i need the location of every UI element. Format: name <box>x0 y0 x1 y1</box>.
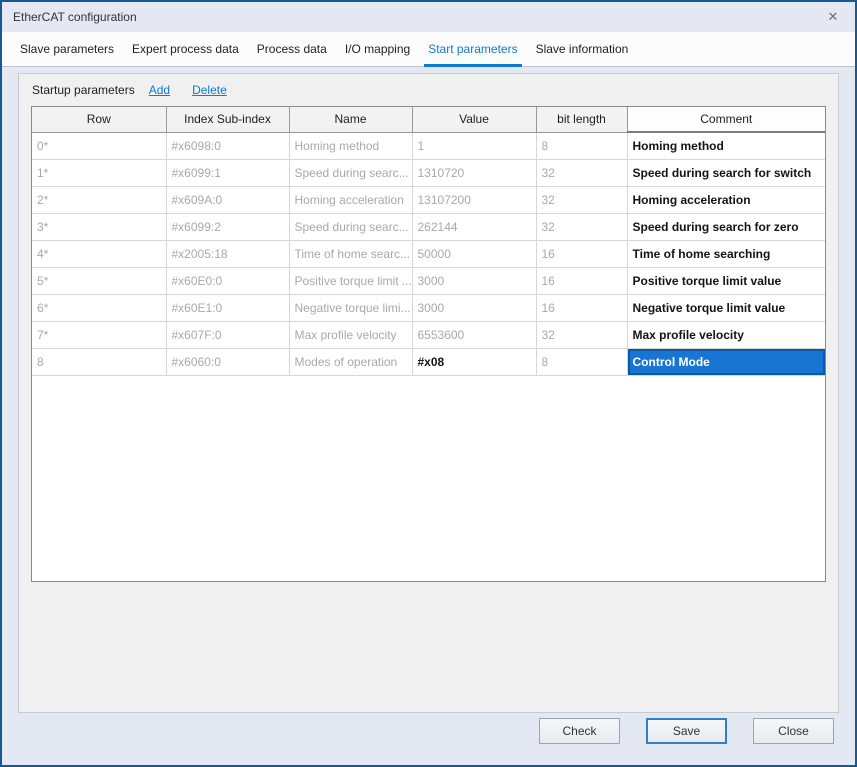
cell-row[interactable]: 1* <box>32 160 166 187</box>
cell-row[interactable]: 3* <box>32 214 166 241</box>
tab-process-data[interactable]: Process data <box>248 32 336 66</box>
cell-value[interactable]: 6553600 <box>412 322 536 349</box>
tab-io-mapping[interactable]: I/O mapping <box>336 32 419 66</box>
cell-index-subindex[interactable]: #x6060:0 <box>166 349 289 376</box>
cell-bit-length[interactable]: 16 <box>536 295 627 322</box>
cell-bit-length[interactable]: 32 <box>536 160 627 187</box>
startup-parameters-label: Startup parameters <box>32 83 135 97</box>
column-header-comment[interactable]: Comment <box>627 107 825 132</box>
tab-slave-parameters[interactable]: Slave parameters <box>11 32 123 66</box>
dialog-footer: Check Save Close <box>23 718 834 744</box>
cell-name[interactable]: Speed during searc... <box>289 160 412 187</box>
column-header-index-subindex[interactable]: Index Sub-index <box>166 107 289 132</box>
cell-value[interactable]: 13107200 <box>412 187 536 214</box>
close-icon[interactable]: ✕ <box>819 6 847 28</box>
cell-row[interactable]: 0* <box>32 132 166 160</box>
cell-index-subindex[interactable]: #x60E1:0 <box>166 295 289 322</box>
cell-bit-length[interactable]: 32 <box>536 214 627 241</box>
cell-row[interactable]: 6* <box>32 295 166 322</box>
cell-name[interactable]: Time of home searc... <box>289 241 412 268</box>
cell-name[interactable]: Max profile velocity <box>289 322 412 349</box>
tab-expert-process-data[interactable]: Expert process data <box>123 32 248 66</box>
table-row[interactable]: 0*#x6098:0Homing method18Homing method <box>32 132 825 160</box>
cell-row[interactable]: 2* <box>32 187 166 214</box>
tab-start-parameters[interactable]: Start parameters <box>419 32 526 66</box>
delete-link[interactable]: Delete <box>192 83 227 97</box>
cell-comment[interactable]: Homing method <box>627 132 825 160</box>
cell-comment[interactable]: Homing acceleration <box>627 187 825 214</box>
cell-row[interactable]: 8 <box>32 349 166 376</box>
cell-value[interactable]: 1 <box>412 132 536 160</box>
cell-bit-length[interactable]: 32 <box>536 322 627 349</box>
cell-bit-length[interactable]: 8 <box>536 132 627 160</box>
window-title: EtherCAT configuration <box>13 10 819 24</box>
column-header-bit-length[interactable]: bit length <box>536 107 627 132</box>
cell-bit-length[interactable]: 32 <box>536 187 627 214</box>
table-row[interactable]: 3*#x6099:2Speed during searc...26214432S… <box>32 214 825 241</box>
cell-name[interactable]: Homing acceleration <box>289 187 412 214</box>
cell-bit-length[interactable]: 8 <box>536 349 627 376</box>
startup-parameters-groupbox: Startup parameters Add Delete Row Index … <box>18 73 839 713</box>
cell-name[interactable]: Negative torque limi... <box>289 295 412 322</box>
column-header-value[interactable]: Value <box>412 107 536 132</box>
cell-index-subindex[interactable]: #x6099:1 <box>166 160 289 187</box>
cell-value[interactable]: 262144 <box>412 214 536 241</box>
cell-comment[interactable]: Speed during search for switch <box>627 160 825 187</box>
cell-index-subindex[interactable]: #x2005:18 <box>166 241 289 268</box>
cell-name[interactable]: Speed during searc... <box>289 214 412 241</box>
tab-bar: Slave parameters Expert process data Pro… <box>2 32 855 67</box>
column-header-name[interactable]: Name <box>289 107 412 132</box>
table-row[interactable]: 1*#x6099:1Speed during searc...131072032… <box>32 160 825 187</box>
cell-comment[interactable]: Control Mode <box>627 349 825 376</box>
cell-index-subindex[interactable]: #x607F:0 <box>166 322 289 349</box>
check-button[interactable]: Check <box>539 718 620 744</box>
parameters-grid: Row Index Sub-index Name Value bit lengt… <box>31 106 826 582</box>
table-row[interactable]: 7*#x607F:0Max profile velocity655360032M… <box>32 322 825 349</box>
table-row[interactable]: 5*#x60E0:0Positive torque limit ...30001… <box>32 268 825 295</box>
table-row[interactable]: 2*#x609A:0Homing acceleration1310720032H… <box>32 187 825 214</box>
cell-bit-length[interactable]: 16 <box>536 241 627 268</box>
cell-row[interactable]: 4* <box>32 241 166 268</box>
save-button[interactable]: Save <box>646 718 727 744</box>
add-link[interactable]: Add <box>149 83 170 97</box>
table-row[interactable]: 4*#x2005:18Time of home searc...5000016T… <box>32 241 825 268</box>
cell-row[interactable]: 7* <box>32 322 166 349</box>
cell-index-subindex[interactable]: #x609A:0 <box>166 187 289 214</box>
table-header-row: Row Index Sub-index Name Value bit lengt… <box>32 107 825 132</box>
cell-name[interactable]: Homing method <box>289 132 412 160</box>
grid-body: 0*#x6098:0Homing method18Homing method1*… <box>32 132 825 376</box>
close-button[interactable]: Close <box>753 718 834 744</box>
cell-comment[interactable]: Negative torque limit value <box>627 295 825 322</box>
cell-name[interactable]: Positive torque limit ... <box>289 268 412 295</box>
startup-parameters-header: Startup parameters Add Delete <box>19 74 838 106</box>
cell-value[interactable]: 3000 <box>412 295 536 322</box>
cell-comment[interactable]: Speed during search for zero <box>627 214 825 241</box>
parameters-table: Row Index Sub-index Name Value bit lengt… <box>32 107 825 376</box>
title-bar: EtherCAT configuration ✕ <box>2 2 855 32</box>
cell-value[interactable]: 3000 <box>412 268 536 295</box>
cell-value[interactable]: 1310720 <box>412 160 536 187</box>
cell-name[interactable]: Modes of operation <box>289 349 412 376</box>
cell-value[interactable]: #x08 <box>412 349 536 376</box>
cell-row[interactable]: 5* <box>32 268 166 295</box>
cell-comment[interactable]: Time of home searching <box>627 241 825 268</box>
tab-slave-information[interactable]: Slave information <box>527 32 638 66</box>
ethercat-configuration-dialog: EtherCAT configuration ✕ Slave parameter… <box>0 0 857 767</box>
cell-value[interactable]: 50000 <box>412 241 536 268</box>
cell-bit-length[interactable]: 16 <box>536 268 627 295</box>
cell-comment[interactable]: Positive torque limit value <box>627 268 825 295</box>
column-header-row[interactable]: Row <box>32 107 166 132</box>
cell-index-subindex[interactable]: #x60E0:0 <box>166 268 289 295</box>
cell-index-subindex[interactable]: #x6099:2 <box>166 214 289 241</box>
table-row[interactable]: 6*#x60E1:0Negative torque limi...300016N… <box>32 295 825 322</box>
cell-comment[interactable]: Max profile velocity <box>627 322 825 349</box>
table-row[interactable]: 8#x6060:0Modes of operation#x088Control … <box>32 349 825 376</box>
cell-index-subindex[interactable]: #x6098:0 <box>166 132 289 160</box>
